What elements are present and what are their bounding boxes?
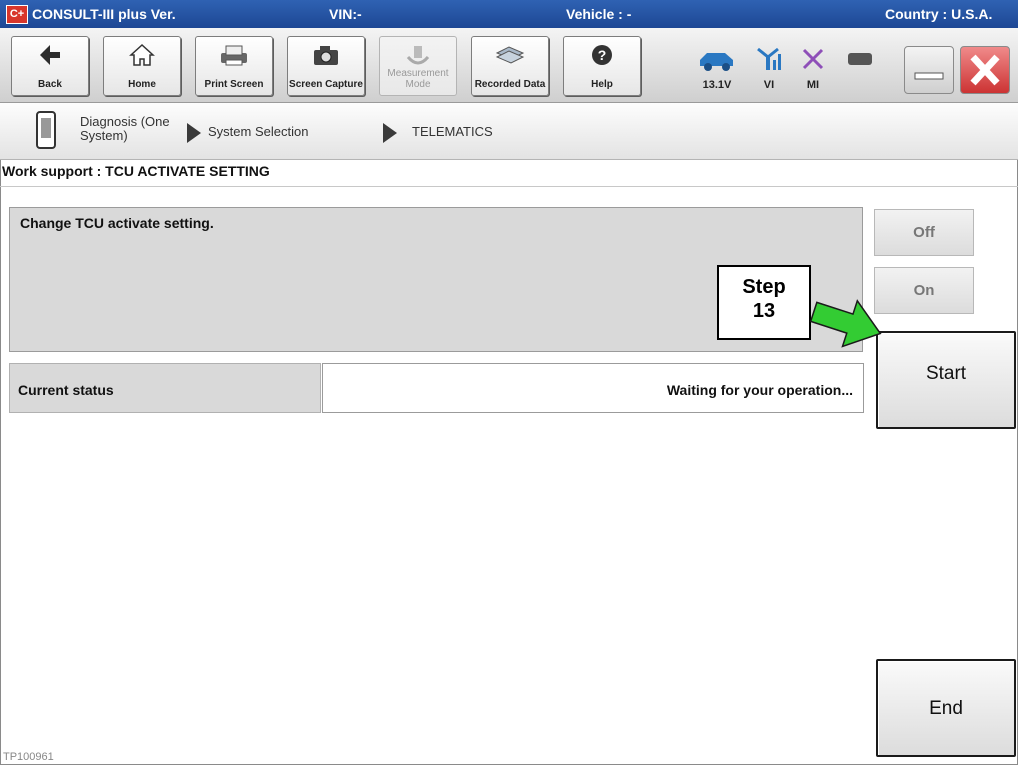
breadcrumb-diagnosis[interactable]: Diagnosis (One System) <box>80 115 170 143</box>
print-screen-button[interactable]: Print Screen <box>195 36 273 96</box>
close-button[interactable] <box>960 46 1010 94</box>
help-button[interactable]: ? Help <box>563 36 641 96</box>
green-arrow-icon <box>809 299 882 348</box>
status-row: Current status Waiting for your operatio… <box>9 363 864 413</box>
home-button[interactable]: Home <box>103 36 181 96</box>
step-number: 13 <box>752 300 776 322</box>
handset-icon <box>36 111 56 149</box>
battery-voltage-indicator: 13.1V <box>692 46 742 91</box>
measurement-mode-button[interactable]: Measurement Mode <box>379 36 457 96</box>
status-value: Waiting for your operation... <box>666 382 853 398</box>
screen-capture-label: Screen Capture <box>289 79 363 90</box>
message-text: Change TCU activate setting. <box>20 215 214 231</box>
mi-indicator: MI <box>796 46 830 91</box>
page-title: Work support : TCU ACTIVATE SETTING <box>2 163 270 179</box>
mi-label: MI <box>806 79 820 91</box>
off-button[interactable]: Off <box>874 209 974 256</box>
help-icon: ? <box>592 45 612 65</box>
step-callout: Step 13 <box>717 265 811 340</box>
print-screen-label: Print Screen <box>204 79 264 90</box>
back-label: Back <box>38 79 62 90</box>
help-label: Help <box>591 79 613 90</box>
status-label: Current status <box>18 382 114 398</box>
recorded-data-button[interactable]: Recorded Data <box>471 36 549 96</box>
screen-capture-button[interactable]: Screen Capture <box>287 36 365 96</box>
camera-icon <box>314 46 338 65</box>
start-button[interactable]: Start <box>876 331 1016 429</box>
status-label-cell: Current status <box>9 363 321 413</box>
back-button[interactable]: Back <box>11 36 89 96</box>
breadcrumb: Diagnosis (One System) System Selection … <box>0 103 1018 160</box>
close-icon <box>970 54 1000 86</box>
measurement-mode-label: Measurement Mode <box>387 68 449 90</box>
app-logo-icon: C+ <box>6 5 28 24</box>
vehicle-label: Vehicle : - <box>566 6 632 22</box>
minimize-icon <box>914 72 944 80</box>
home-icon <box>129 43 155 66</box>
recorded-data-label: Recorded Data <box>474 79 546 90</box>
recorded-data-icon <box>495 46 525 64</box>
car-icon <box>700 53 733 71</box>
toolbar: Back Home Print Screen Screen Capture Me… <box>0 28 1018 103</box>
title-bar: C+ CONSULT-III plus Ver. VIN:- Vehicle :… <box>0 0 1018 28</box>
breadcrumb-arrow-icon <box>383 123 397 143</box>
country-label: Country : U.S.A. <box>885 6 993 22</box>
device-indicator <box>844 46 876 77</box>
breadcrumb-arrow-icon <box>187 123 201 143</box>
step-label: Step <box>742 276 786 298</box>
vi-indicator: VI <box>752 46 786 91</box>
end-button[interactable]: End <box>876 659 1016 757</box>
home-label: Home <box>128 79 156 90</box>
signal-icon <box>757 47 781 70</box>
app-title: CONSULT-III plus Ver. <box>32 6 176 22</box>
on-button[interactable]: On <box>874 267 974 314</box>
disconnected-x-icon <box>802 48 824 70</box>
status-value-cell: Waiting for your operation... <box>322 363 864 413</box>
vin-label: VIN:- <box>329 6 362 22</box>
device-icon <box>848 53 872 65</box>
divider <box>0 186 1018 187</box>
svg-text:?: ? <box>598 47 607 63</box>
printer-icon <box>221 45 247 66</box>
figure-code: TP100961 <box>3 751 54 763</box>
measurement-icon <box>406 46 430 65</box>
breadcrumb-system-selection[interactable]: System Selection <box>208 124 308 139</box>
voltage-label: 13.1V <box>702 79 732 91</box>
breadcrumb-telematics: TELEMATICS <box>412 124 493 139</box>
vi-label: VI <box>763 79 775 91</box>
minimize-button[interactable] <box>904 46 954 94</box>
back-arrow-icon <box>40 45 60 65</box>
